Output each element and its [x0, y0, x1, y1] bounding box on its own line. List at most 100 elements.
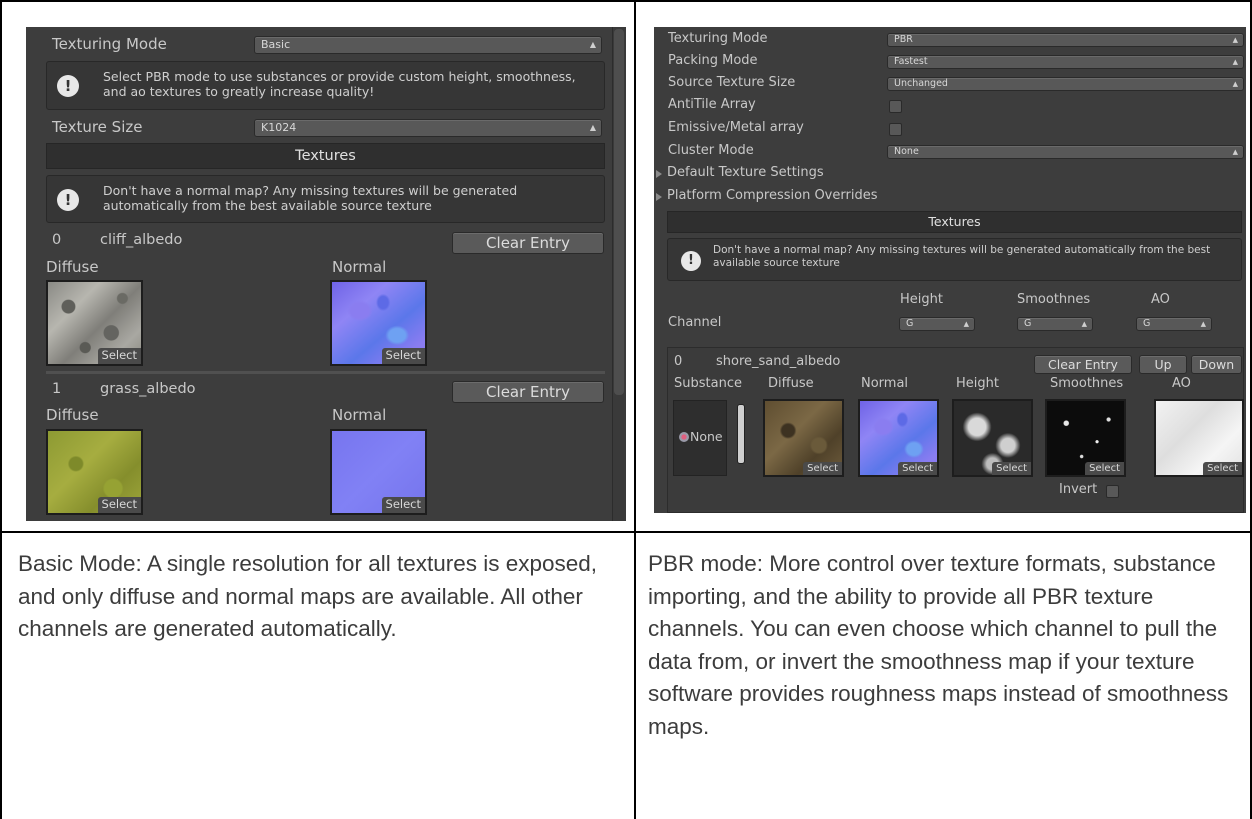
normal-label: Normal — [332, 258, 387, 276]
entry-name: grass_albedo — [100, 381, 196, 397]
entry-index: 0 — [674, 354, 683, 369]
clear-entry-button[interactable]: Clear Entry — [452, 381, 604, 403]
move-up-button[interactable]: Up — [1139, 355, 1187, 374]
ao-texture-slot[interactable]: Select — [1154, 399, 1244, 477]
invert-label: Invert — [1059, 482, 1098, 497]
ao-channel-dropdown[interactable]: G ▲ — [1136, 317, 1212, 331]
cluster-mode-label: Cluster Mode — [668, 143, 754, 158]
ao-channel-value: G — [1143, 318, 1151, 329]
invert-checkbox[interactable] — [1106, 485, 1119, 498]
platform-compression-overrides-foldout[interactable]: Platform Compression Overrides — [667, 188, 877, 203]
dropdown-arrow-icon: ▲ — [1232, 80, 1238, 88]
texturing-mode-dropdown[interactable]: PBR ▲ — [887, 33, 1244, 47]
pbr-mode-panel: Texturing Mode PBR ▲ Packing Mode Fastest… — [654, 27, 1246, 513]
packing-mode-dropdown[interactable]: Fastest ▲ — [887, 55, 1244, 69]
texturing-mode-label: Texturing Mode — [668, 31, 768, 46]
entry-index: 0 — [52, 232, 62, 248]
emissive-metal-array-label: Emissive/Metal array — [668, 120, 804, 135]
cluster-mode-dropdown[interactable]: None ▲ — [887, 145, 1244, 159]
normal-texture-slot[interactable]: Select — [330, 280, 427, 366]
entry-name: shore_sand_albedo — [716, 354, 841, 369]
dropdown-arrow-icon: ▲ — [589, 123, 596, 132]
help-text-normal-map: Don't have a normal map? Any missing tex… — [713, 244, 1211, 269]
table-border-top — [0, 0, 1252, 2]
substance-value: None — [690, 429, 723, 444]
channel-height-label: Height — [900, 292, 943, 307]
dropdown-arrow-icon: ▲ — [589, 40, 596, 49]
packing-mode-label: Packing Mode — [668, 53, 758, 68]
smoothness-column-label: Smoothnes — [1050, 376, 1124, 391]
basic-mode-caption: Basic Mode: A single resolution for all … — [18, 551, 598, 641]
diffuse-texture-slot[interactable]: Select — [46, 429, 143, 515]
dropdown-arrow-icon: ▲ — [1081, 320, 1087, 328]
diffuse-column-label: Diffuse — [768, 376, 814, 391]
foldout-arrow-icon[interactable] — [656, 193, 662, 201]
select-button[interactable]: Select — [381, 348, 425, 364]
smoothness-texture-slot[interactable]: Select — [1045, 399, 1126, 477]
dropdown-arrow-icon: ▲ — [1232, 148, 1238, 156]
dropdown-arrow-icon: ▲ — [1232, 36, 1238, 44]
ao-column-label: AO — [1172, 376, 1191, 391]
height-channel-value: G — [906, 318, 914, 329]
normal-texture-slot[interactable]: Select — [858, 399, 939, 477]
diffuse-texture-slot[interactable]: Select — [763, 399, 844, 477]
scrollbar-thumb[interactable] — [614, 29, 624, 395]
texture-size-label: Texture Size — [52, 118, 143, 136]
antitile-array-label: AntiTile Array — [668, 97, 756, 112]
table-border-center — [634, 0, 636, 819]
texture-size-dropdown[interactable]: K1024 ▲ — [254, 119, 602, 137]
source-texture-size-dropdown[interactable]: Unchanged ▲ — [887, 77, 1244, 91]
foldout-arrow-icon[interactable] — [656, 170, 662, 178]
packing-mode-value: Fastest — [894, 56, 928, 67]
channel-smoothness-label: Smoothnes — [1017, 292, 1091, 307]
source-texture-size-value: Unchanged — [894, 78, 948, 89]
help-box-normal-map: ! Don't have a normal map? Any missing t… — [667, 238, 1242, 281]
antitile-array-checkbox[interactable] — [889, 100, 902, 113]
dropdown-arrow-icon: ▲ — [1200, 320, 1206, 328]
diffuse-label: Diffuse — [46, 406, 99, 424]
substance-column-label: Substance — [674, 376, 742, 391]
clear-entry-button[interactable]: Clear Entry — [1034, 355, 1132, 374]
move-down-button[interactable]: Down — [1191, 355, 1242, 374]
source-texture-size-label: Source Texture Size — [668, 75, 796, 90]
dropdown-arrow-icon: ▲ — [1232, 58, 1238, 66]
substance-slider-handle[interactable] — [737, 404, 745, 464]
exclamation-icon: ! — [57, 75, 79, 97]
smoothness-channel-value: G — [1024, 318, 1032, 329]
clear-entry-button[interactable]: Clear Entry — [452, 232, 604, 254]
diffuse-texture-slot[interactable]: Select — [46, 280, 143, 366]
select-button[interactable]: Select — [992, 461, 1031, 475]
select-button[interactable]: Select — [898, 461, 937, 475]
entry-divider — [46, 371, 605, 374]
normal-label: Normal — [332, 406, 387, 424]
emissive-metal-array-checkbox[interactable] — [889, 123, 902, 136]
normal-column-label: Normal — [861, 376, 909, 391]
texturing-mode-value: PBR — [894, 34, 913, 45]
height-texture-slot[interactable]: Select — [952, 399, 1033, 477]
select-button[interactable]: Select — [1203, 461, 1242, 475]
exclamation-icon: ! — [681, 251, 701, 271]
entry-index: 1 — [52, 381, 62, 397]
default-texture-settings-foldout[interactable]: Default Texture Settings — [667, 165, 824, 180]
height-channel-dropdown[interactable]: G ▲ — [899, 317, 975, 331]
texturing-mode-value: Basic — [261, 38, 291, 51]
exclamation-icon: ! — [57, 189, 79, 211]
select-button[interactable]: Select — [803, 461, 842, 475]
basic-mode-panel: Texturing Mode Basic ▲ ! Select PBR mode… — [26, 27, 626, 521]
normal-texture-slot[interactable]: Select — [330, 429, 427, 515]
entry-name: cliff_albedo — [100, 232, 183, 248]
textures-header: Textures — [46, 143, 605, 169]
select-button[interactable]: Select — [381, 497, 425, 513]
dropdown-arrow-icon: ▲ — [963, 320, 969, 328]
height-column-label: Height — [956, 376, 999, 391]
channel-ao-label: AO — [1151, 292, 1170, 307]
table-border-middle — [0, 531, 1252, 533]
select-button[interactable]: Select — [1085, 461, 1124, 475]
texturing-mode-dropdown[interactable]: Basic ▲ — [254, 36, 602, 54]
select-button[interactable]: Select — [97, 497, 141, 513]
smoothness-channel-dropdown[interactable]: G ▲ — [1017, 317, 1093, 331]
channel-label: Channel — [668, 315, 722, 330]
substance-radio-icon[interactable] — [679, 432, 689, 442]
texture-size-value: K1024 — [261, 121, 297, 134]
select-button[interactable]: Select — [97, 348, 141, 364]
